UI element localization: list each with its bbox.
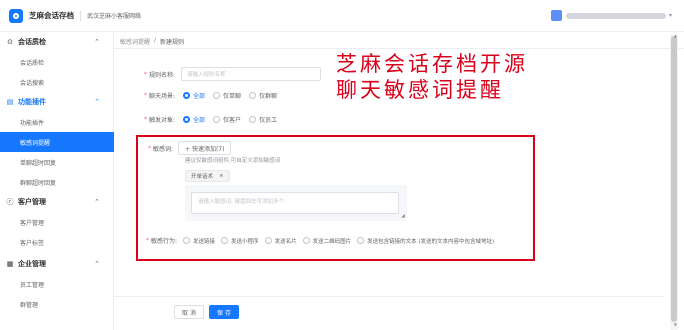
sidebar-item-session-qc[interactable]: 会话质检 [0, 52, 114, 72]
sidebar-item-session-search[interactable]: 会话搜索 [0, 72, 114, 92]
sidebar-item-plugins[interactable]: 功能插件 [0, 112, 114, 132]
sensitive-words-textarea[interactable]: 请输入敏感词, 键盘回车可添加多个 [191, 192, 399, 214]
customers-icon: ⓡ [6, 198, 14, 206]
sensitive-actions-label: 敏感行为: [151, 238, 178, 245]
sensitive-words-textarea-wrap: 请输入敏感词, 键盘回车可添加多个 ◢ [185, 185, 407, 221]
sidebar-item-group-chat-timeout[interactable]: 群聊超时回复 [0, 172, 114, 192]
sidebar-item-group-mgmt[interactable]: 群管理 [0, 294, 114, 314]
chat-scene-radio-all[interactable]: 全部 [183, 91, 205, 100]
rule-name-row: * 规则名称: 请输入规则名称 [144, 67, 322, 81]
resize-handle-icon[interactable]: ◢ [401, 213, 405, 219]
scroll-down-arrow-icon[interactable]: ▼ [674, 322, 677, 327]
chevron-up-icon: ⌃ [94, 98, 100, 106]
chat-scene-radio-single[interactable]: 仅单聊 [213, 91, 241, 100]
action-check-link-text[interactable]: 发送包含链接的文本 (发送的文本内容中包含域地址) [357, 237, 494, 245]
scroll-up-arrow-icon[interactable]: ▲ [674, 33, 677, 38]
enterprise-icon: ▦ [6, 260, 14, 268]
tag-label: 开单话术 [191, 174, 214, 180]
sensitive-actions-row: * 敏感行为: 发送链接 发送小程序 发送名片 发送二维码图片 发送包含链接的文… [146, 237, 495, 245]
session-qc-icon: ⊙ [7, 38, 13, 46]
corp-name: 武汉芝麻小客服网络 [87, 13, 142, 20]
chevron-down-icon: ▾ [668, 12, 672, 19]
user-avatar-icon [550, 10, 562, 21]
rule-name-input[interactable]: 请输入规则名称 [181, 67, 322, 81]
sidebar-item-sensitive-words[interactable]: 敏感词提醒 [0, 132, 114, 152]
app-logo-icon [9, 8, 23, 23]
action-check-card[interactable]: 发送名片 [264, 237, 297, 245]
action-check-link[interactable]: 发送链接 [183, 237, 215, 245]
sidebar: ⊙ 会话质检 ⌃ 会话质检 会话搜索 ▤ 功能插件 ⌃ 功能插件 敏感词提醒 单… [0, 32, 114, 330]
trigger-label: 触发对象: [149, 117, 176, 124]
trigger-radio-all[interactable]: 全部 [183, 115, 205, 124]
cancel-button[interactable]: 取 消 [174, 305, 204, 319]
breadcrumb-parent[interactable]: 敏感词提醒 [120, 37, 150, 46]
save-button[interactable]: 保 存 [209, 305, 239, 319]
breadcrumb: 敏感词提醒 / 新建规则 [120, 37, 184, 46]
chevron-up-icon: ⌃ [94, 260, 100, 268]
sensitive-words-label: 敏感词: [153, 145, 174, 153]
top-bar: 芝麻会话存档 武汉芝麻小客服网络 ▾ [0, 0, 684, 32]
close-icon[interactable]: × [219, 173, 224, 179]
chevron-up-icon: ⌃ [94, 38, 100, 46]
trigger-radio-staff[interactable]: 仅员工 [249, 115, 277, 124]
sidebar-group-enterprise[interactable]: ▦ 企业管理 ⌃ [0, 254, 114, 274]
trigger-radio-customer[interactable]: 仅客户 [213, 115, 241, 124]
action-check-miniprogram[interactable]: 发送小程序 [221, 237, 259, 245]
rule-name-label: 规则名称: [149, 71, 176, 79]
user-name-blurred [565, 12, 666, 19]
sensitive-hint: 建议仅敏感词组件,可自定义添加敏感词 [185, 158, 281, 164]
sidebar-group-label: 客户管理 [18, 198, 46, 206]
sidebar-item-customer-tags[interactable]: 客户标签 [0, 232, 114, 252]
breadcrumb-separator: / [154, 37, 157, 44]
action-check-qrcode[interactable]: 发送二维码图片 [302, 237, 351, 245]
scrollbar-thumb[interactable] [671, 36, 677, 322]
sidebar-item-staff-mgmt[interactable]: 员工管理 [0, 274, 114, 294]
plugins-icon: ▤ [6, 98, 14, 106]
sidebar-group-session-qc[interactable]: ⊙ 会话质检 ⌃ [0, 32, 114, 52]
app-name: 芝麻会话存档 [29, 11, 74, 20]
trigger-row: * 触发对象: 全部 仅客户 仅员工 [144, 115, 278, 124]
sidebar-item-customer-mgmt[interactable]: 客户管理 [0, 212, 114, 232]
form-footer: 取 消 保 存 [114, 296, 664, 330]
overlay-title-line2: 聊天敏感词提醒 [336, 78, 504, 102]
chat-scene-label: 聊天场景: [149, 93, 176, 100]
chevron-up-icon: ⌃ [94, 198, 100, 206]
quick-add-button[interactable]: + 快速添加(7) [178, 141, 232, 155]
sidebar-group-customers[interactable]: ⓡ 客户管理 ⌃ [0, 192, 114, 212]
sidebar-group-label: 功能插件 [18, 98, 46, 106]
user-menu[interactable]: ▾ [550, 10, 672, 21]
sidebar-group-label: 会话质检 [18, 38, 46, 46]
sidebar-item-single-chat-timeout[interactable]: 单聊超时回复 [0, 152, 114, 172]
sensitive-words-row: * 敏感词: + 快速添加(7) [148, 141, 232, 155]
divider [80, 10, 81, 21]
breadcrumb-current: 新建规则 [160, 39, 185, 46]
sidebar-group-label: 企业管理 [18, 260, 46, 268]
scrollbar[interactable] [670, 34, 678, 330]
chat-scene-radio-group[interactable]: 仅群聊 [249, 91, 277, 100]
chat-scene-row: * 聊天场景: 全部 仅单聊 仅群聊 [144, 91, 278, 100]
sensitive-tag: 开单话术 × [185, 170, 230, 182]
sidebar-group-plugins[interactable]: ▤ 功能插件 ⌃ [0, 92, 114, 112]
